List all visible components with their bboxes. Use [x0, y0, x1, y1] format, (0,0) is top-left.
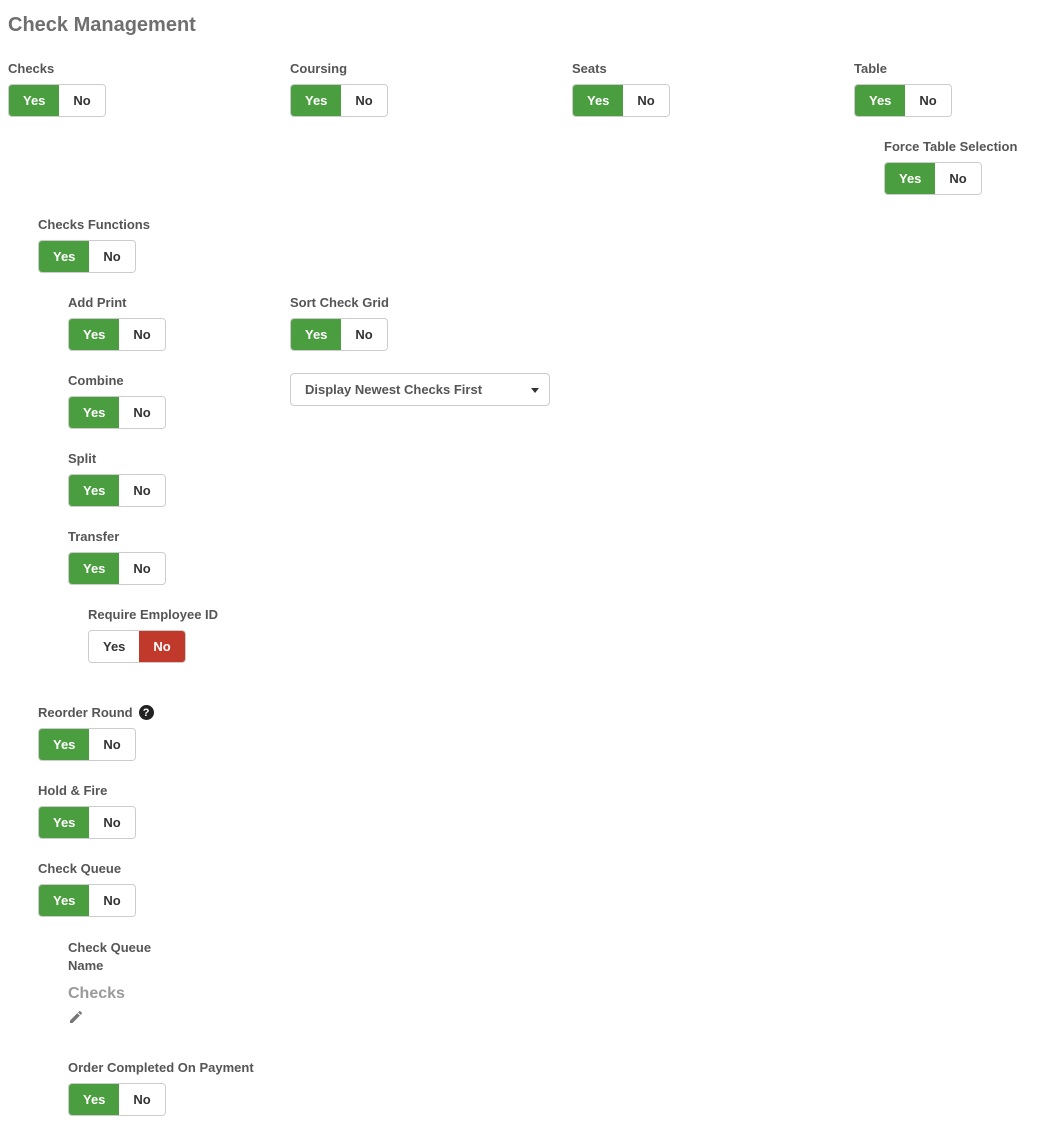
combine-toggle[interactable]: Yes No — [68, 396, 166, 429]
table-toggle[interactable]: Yes No — [854, 84, 952, 117]
require-employee-id-label: Require Employee ID — [88, 607, 1029, 622]
combine-yes-button[interactable]: Yes — [69, 397, 119, 428]
sort-order-selected: Display Newest Checks First — [305, 382, 482, 397]
check-queue-toggle[interactable]: Yes No — [38, 884, 136, 917]
hold-fire-no-button[interactable]: No — [89, 807, 134, 838]
hold-fire-label: Hold & Fire — [38, 783, 1029, 798]
coursing-toggle[interactable]: Yes No — [290, 84, 388, 117]
split-toggle[interactable]: Yes No — [68, 474, 166, 507]
transfer-toggle[interactable]: Yes No — [68, 552, 166, 585]
split-label: Split — [68, 451, 1029, 466]
order-completed-on-payment-yes-button[interactable]: Yes — [69, 1084, 119, 1115]
seats-label: Seats — [572, 61, 854, 76]
check-queue-label: Check Queue — [38, 861, 1029, 876]
seats-toggle[interactable]: Yes No — [572, 84, 670, 117]
table-yes-button[interactable]: Yes — [855, 85, 905, 116]
sort-check-grid-yes-button[interactable]: Yes — [291, 319, 341, 350]
table-label: Table — [854, 61, 1024, 76]
reorder-round-toggle[interactable]: Yes No — [38, 728, 136, 761]
force-table-selection-toggle[interactable]: Yes No — [884, 162, 982, 195]
coursing-label: Coursing — [290, 61, 572, 76]
table-no-button[interactable]: No — [905, 85, 950, 116]
split-no-button[interactable]: No — [119, 475, 164, 506]
transfer-no-button[interactable]: No — [119, 553, 164, 584]
checks-no-button[interactable]: No — [59, 85, 104, 116]
transfer-label: Transfer — [68, 529, 1029, 544]
reorder-round-yes-button[interactable]: Yes — [39, 729, 89, 760]
checks-functions-yes-button[interactable]: Yes — [39, 241, 89, 272]
transfer-yes-button[interactable]: Yes — [69, 553, 119, 584]
add-print-no-button[interactable]: No — [119, 319, 164, 350]
split-yes-button[interactable]: Yes — [69, 475, 119, 506]
add-print-label: Add Print — [68, 295, 290, 310]
force-table-selection-label: Force Table Selection — [884, 139, 1024, 154]
page-title: Check Management — [8, 14, 1029, 37]
check-queue-no-button[interactable]: No — [89, 885, 134, 916]
coursing-no-button[interactable]: No — [341, 85, 386, 116]
combine-no-button[interactable]: No — [119, 397, 164, 428]
sort-order-select[interactable]: Display Newest Checks First — [290, 373, 550, 406]
check-queue-name-label: Check Queue Name — [68, 939, 188, 975]
order-completed-on-payment-toggle[interactable]: Yes No — [68, 1083, 166, 1116]
reorder-round-label: Reorder Round ? — [38, 705, 1029, 720]
order-completed-on-payment-label: Order Completed On Payment — [68, 1060, 1029, 1075]
checks-label: Checks — [8, 61, 290, 76]
checks-toggle[interactable]: Yes No — [8, 84, 106, 117]
order-completed-on-payment-no-button[interactable]: No — [119, 1084, 164, 1115]
reorder-round-label-text: Reorder Round — [38, 705, 133, 720]
seats-no-button[interactable]: No — [623, 85, 668, 116]
sort-check-grid-toggle[interactable]: Yes No — [290, 318, 388, 351]
force-table-selection-no-button[interactable]: No — [935, 163, 980, 194]
seats-yes-button[interactable]: Yes — [573, 85, 623, 116]
require-employee-id-yes-button[interactable]: Yes — [89, 631, 139, 662]
checks-yes-button[interactable]: Yes — [9, 85, 59, 116]
coursing-yes-button[interactable]: Yes — [291, 85, 341, 116]
hold-fire-toggle[interactable]: Yes No — [38, 806, 136, 839]
reorder-round-no-button[interactable]: No — [89, 729, 134, 760]
sort-check-grid-no-button[interactable]: No — [341, 319, 386, 350]
add-print-yes-button[interactable]: Yes — [69, 319, 119, 350]
combine-label: Combine — [68, 373, 290, 388]
help-icon[interactable]: ? — [139, 705, 154, 720]
check-queue-yes-button[interactable]: Yes — [39, 885, 89, 916]
pencil-icon[interactable] — [68, 1009, 84, 1025]
require-employee-id-toggle[interactable]: Yes No — [88, 630, 186, 663]
require-employee-id-no-button[interactable]: No — [139, 631, 184, 662]
sort-check-grid-label: Sort Check Grid — [290, 295, 572, 310]
check-queue-name-value: Checks — [68, 985, 1029, 1003]
checks-functions-no-button[interactable]: No — [89, 241, 134, 272]
force-table-selection-yes-button[interactable]: Yes — [885, 163, 935, 194]
hold-fire-yes-button[interactable]: Yes — [39, 807, 89, 838]
checks-functions-toggle[interactable]: Yes No — [38, 240, 136, 273]
checks-functions-label: Checks Functions — [38, 217, 1029, 232]
add-print-toggle[interactable]: Yes No — [68, 318, 166, 351]
